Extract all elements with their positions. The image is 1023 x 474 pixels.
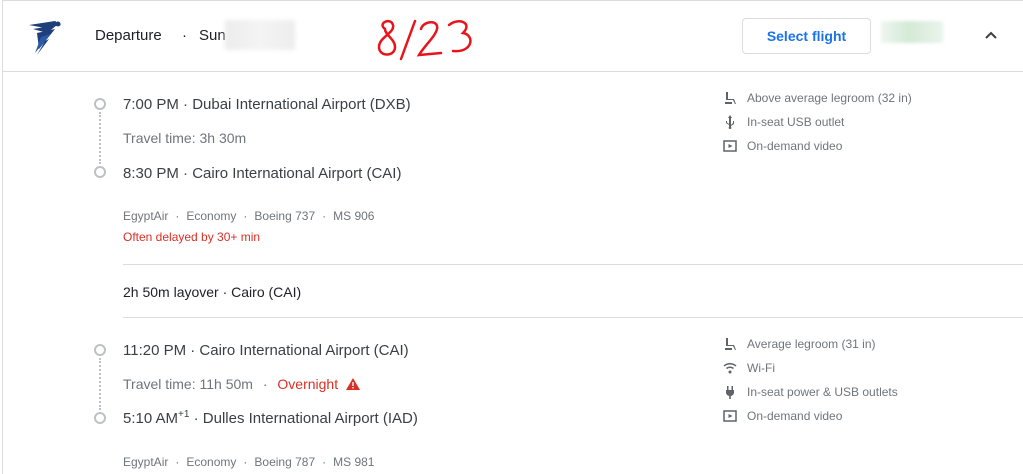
- overnight-warning: Overnight: [277, 376, 339, 392]
- arrival-dot: [94, 166, 106, 178]
- segment2-departure: 11:20 PM · Cairo International Airport (…: [123, 342, 409, 359]
- redacted-price-blur: [881, 21, 943, 43]
- next-day-indicator: +1: [178, 409, 190, 420]
- cabin-class: Economy: [186, 209, 237, 223]
- route-line: [99, 112, 101, 164]
- airline-name: EgyptAir: [123, 209, 169, 223]
- delay-warning: Often delayed by 30+ min: [123, 230, 261, 244]
- flight-header[interactable]: Departure · Sun Select flight: [3, 1, 1023, 72]
- airline-name: EgyptAir: [123, 455, 169, 469]
- aircraft-type: Boeing 787: [254, 455, 316, 469]
- warning-icon: [345, 378, 360, 390]
- divider: [123, 317, 1023, 318]
- segment1-travel-time: Travel time: 3h 30m: [123, 130, 247, 146]
- handwritten-annotation: [377, 19, 472, 61]
- arrival-dot: [94, 412, 106, 424]
- segment2-arrival: 5:10 AM+1 · Dulles International Airport…: [123, 409, 418, 428]
- video-icon: [723, 410, 737, 422]
- chevron-up-icon[interactable]: [983, 28, 999, 44]
- segment2-travel-time: Travel time: 11h 50m · Overnight: [123, 376, 360, 392]
- aircraft-type: Boeing 737: [254, 209, 316, 223]
- flight-details-card: Departure · Sun Select flight 7:00 PM · …: [2, 0, 1023, 474]
- segment2-details: EgyptAir · Economy · Boeing 787 · MS 981: [123, 455, 375, 469]
- route-line: [99, 358, 101, 410]
- video-icon: [723, 140, 737, 152]
- flight-number: MS 906: [333, 209, 375, 223]
- amenity-video: On-demand video: [723, 139, 842, 153]
- amenity-usb: In-seat USB outlet: [723, 115, 844, 129]
- amenity-power: In-seat power & USB outlets: [723, 385, 898, 399]
- segment1-arrival: 8:30 PM · Cairo International Airport (C…: [123, 165, 402, 182]
- power-plug-icon: [726, 386, 734, 399]
- select-flight-button[interactable]: Select flight: [742, 18, 871, 54]
- layover-info: 2h 50m layover · Cairo (CAI): [123, 284, 302, 300]
- departure-date: Sun: [199, 27, 226, 44]
- amenity-legroom: Above average legroom (32 in): [723, 91, 912, 105]
- departure-dot: [94, 98, 106, 110]
- segment1-departure: 7:00 PM · Dubai International Airport (D…: [123, 96, 411, 113]
- amenity-wifi: Wi-Fi: [723, 361, 775, 375]
- amenity-legroom: Average legroom (31 in): [723, 337, 876, 351]
- departure-dot: [94, 344, 106, 356]
- redacted-date-blur: [225, 20, 295, 50]
- cabin-class: Economy: [186, 455, 237, 469]
- segment1-details: EgyptAir · Economy · Boeing 737 · MS 906: [123, 209, 375, 223]
- seat-icon: [725, 92, 736, 104]
- egyptair-logo-icon: [29, 21, 61, 55]
- usb-icon: [726, 115, 734, 129]
- flight-number: MS 981: [333, 455, 375, 469]
- wifi-icon: [723, 362, 737, 374]
- seat-icon: [725, 338, 736, 350]
- divider: [123, 264, 1023, 265]
- separator-dot: ·: [182, 27, 187, 44]
- direction-label: Departure: [95, 27, 162, 44]
- amenity-video: On-demand video: [723, 409, 842, 423]
